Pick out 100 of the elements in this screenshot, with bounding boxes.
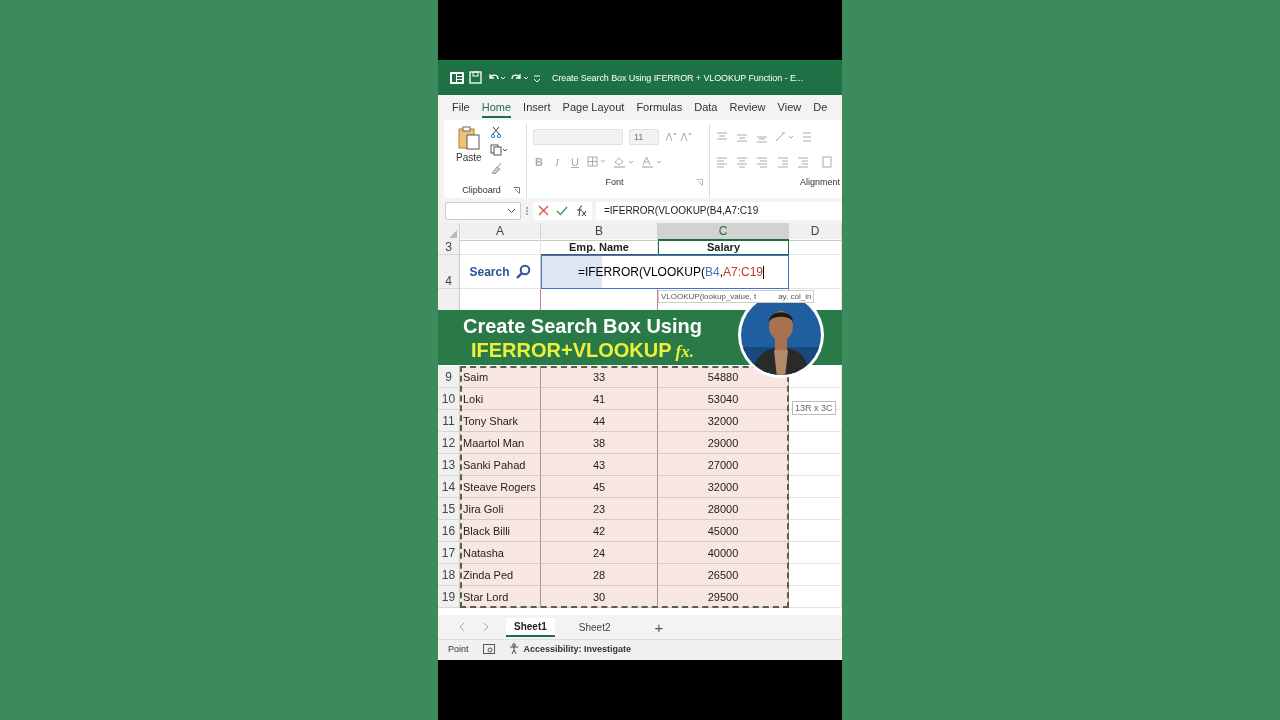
macro-icon[interactable] xyxy=(482,644,495,654)
group-label: Alignment xyxy=(798,177,840,187)
table-cell: 28000 xyxy=(658,498,789,520)
row-number[interactable]: 13 xyxy=(438,454,460,476)
chevron-left-icon[interactable] xyxy=(458,622,466,632)
search-label: Search xyxy=(469,264,510,279)
row-number[interactable]: 9 xyxy=(438,366,460,388)
table-cell: 23 xyxy=(541,498,658,520)
row-number[interactable]: 4 xyxy=(438,255,460,289)
function-icon[interactable] xyxy=(575,204,587,217)
search-icon xyxy=(514,263,531,280)
table-cell: 32000 xyxy=(658,410,789,432)
table-cell: Maartol Man xyxy=(460,432,541,454)
launcher-icon[interactable] xyxy=(696,178,703,186)
row-number[interactable]: 15 xyxy=(438,498,460,520)
ribbon-tab[interactable]: Formulas xyxy=(636,97,683,118)
fill-color-icon[interactable] xyxy=(613,155,635,168)
table-cell: 41 xyxy=(541,388,658,410)
row-number[interactable]: 16 xyxy=(438,520,460,542)
customize-icon[interactable] xyxy=(533,72,541,83)
formula-field[interactable]: =IFERROR(VLOOKUP(B4,A7:C19 xyxy=(596,201,842,220)
column-header[interactable]: A xyxy=(460,223,541,241)
row-number[interactable]: 3 xyxy=(438,239,460,255)
row-number[interactable]: 14 xyxy=(438,476,460,498)
font-name-field[interactable] xyxy=(533,128,623,145)
ribbon-tab[interactable]: File xyxy=(452,97,470,118)
launcher-icon[interactable] xyxy=(513,186,520,194)
paste-button[interactable]: Paste xyxy=(456,152,482,163)
font-color-icon[interactable] xyxy=(641,155,663,168)
table-cell: 44 xyxy=(541,410,658,432)
table-cell: 29000 xyxy=(658,432,789,454)
clipboard-icon xyxy=(457,126,480,150)
table-cell: 29500 xyxy=(658,586,789,608)
ribbon-tab[interactable]: Data xyxy=(694,97,718,118)
group-label: Font xyxy=(604,177,625,187)
table-cell: Natasha xyxy=(460,542,541,564)
scissors-icon[interactable] xyxy=(489,126,502,138)
dots-icon xyxy=(525,204,529,217)
table-cell: Jira Goli xyxy=(460,498,541,520)
table-cell: 45000 xyxy=(658,520,789,542)
table-cell: Black Billi xyxy=(460,520,541,542)
ribbon-tab[interactable]: Page Layout xyxy=(562,97,625,118)
table-cell: 45 xyxy=(541,476,658,498)
row-number[interactable]: 19 xyxy=(438,586,460,608)
sheet-tab[interactable]: Sheet1 xyxy=(506,617,555,637)
banner-title: Create Search Box Using xyxy=(463,313,703,338)
save-icon[interactable] xyxy=(469,71,482,84)
table-cell: Star Lord xyxy=(460,586,541,608)
row-number[interactable]: 10 xyxy=(438,388,460,410)
align-top-icon[interactable] xyxy=(716,130,796,143)
chevron-down-icon[interactable] xyxy=(507,207,516,214)
table-cell: 27000 xyxy=(658,454,789,476)
tooltip-text: VLOOKUP(lookup_value, t xyxy=(661,292,757,301)
table-cell: 53040 xyxy=(658,388,789,410)
table-cell: 28 xyxy=(541,564,658,586)
row-number[interactable]: 11 xyxy=(438,410,460,432)
ribbon-tab[interactable]: View xyxy=(777,97,802,118)
table-cell: 38 xyxy=(541,432,658,454)
accessibility-button[interactable]: Accessibility: Investigate xyxy=(508,643,632,655)
table-cell: 33 xyxy=(541,366,658,388)
tooltip-text: ay, col_in xyxy=(778,292,812,301)
table-cell: Salary xyxy=(658,239,789,255)
group-label: Clipboard xyxy=(461,185,502,195)
range-size-tooltip: 13R x 3C xyxy=(792,401,836,415)
table-cell: Saim xyxy=(460,366,541,388)
add-sheet-button[interactable]: + xyxy=(654,618,664,636)
font-size-field[interactable]: 11 xyxy=(629,128,659,145)
table-cell: 32000 xyxy=(658,476,789,498)
ribbon-tab[interactable]: Home xyxy=(481,97,512,118)
sheet-tab[interactable]: Sheet2 xyxy=(570,618,619,636)
table-cell: Tony Shark xyxy=(460,410,541,432)
table-cell: 30 xyxy=(541,586,658,608)
chevron-right-icon[interactable] xyxy=(482,622,490,632)
row-number[interactable]: 17 xyxy=(438,542,460,564)
row-number[interactable]: 18 xyxy=(438,564,460,586)
row-number[interactable]: 12 xyxy=(438,432,460,454)
cancel-icon[interactable] xyxy=(538,205,549,216)
table-cell: Zinda Ped xyxy=(460,564,541,586)
row-number[interactable] xyxy=(438,289,460,311)
ribbon-tab[interactable]: De xyxy=(813,97,828,118)
borders-icon[interactable] xyxy=(587,156,607,167)
font-grow-icon[interactable] xyxy=(665,131,693,142)
editing-cell[interactable]: =IFERROR(VLOOKUP(B4,A7:C19 xyxy=(541,255,789,289)
window-title: Create Search Box Using IFERROR + VLOOKUP Function - E... xyxy=(552,72,803,83)
check-icon[interactable] xyxy=(556,205,568,216)
brush-icon[interactable] xyxy=(489,162,502,174)
excel-icon[interactable] xyxy=(450,71,464,84)
ribbon-tab[interactable]: Insert xyxy=(523,97,551,118)
table-cell: Steave Rogers xyxy=(460,476,541,498)
banner-fx: fx. xyxy=(675,341,694,362)
table-cell: 42 xyxy=(541,520,658,542)
copy-icon[interactable] xyxy=(489,144,508,156)
ribbon-tab[interactable]: Review xyxy=(729,97,766,118)
table-cell: Loki xyxy=(460,388,541,410)
table-cell: Sanki Pahad xyxy=(460,454,541,476)
wrap-icon[interactable] xyxy=(802,130,812,143)
table-cell: 43 xyxy=(541,454,658,476)
table-cell: 26500 xyxy=(658,564,789,586)
merge-icon[interactable] xyxy=(822,155,832,168)
table-cell: 40000 xyxy=(658,542,789,564)
